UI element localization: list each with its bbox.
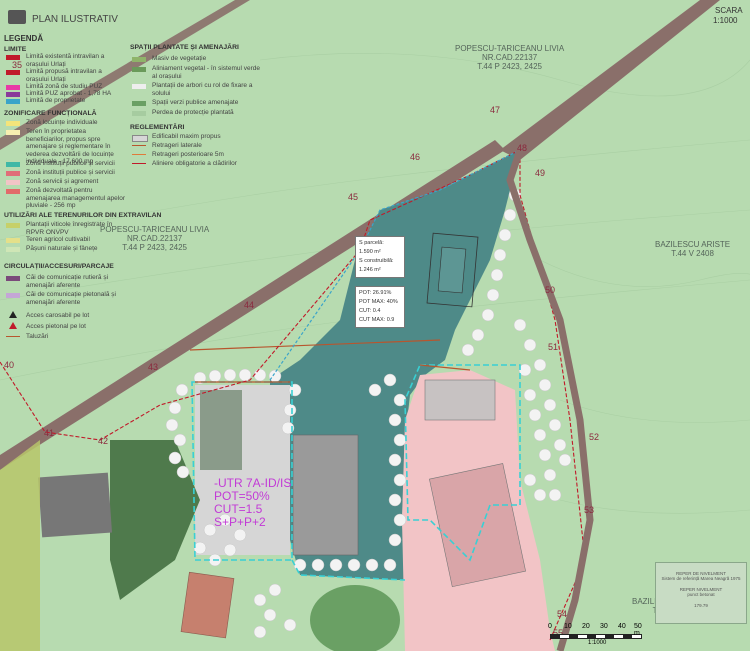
swatch — [132, 135, 148, 142]
scale-tick: 40 — [618, 623, 626, 630]
swatch — [132, 57, 146, 62]
scale-value: 1:1000 — [713, 16, 738, 25]
legend-item: Acces pietonal pe lot — [26, 323, 86, 330]
point-number: 54 — [557, 609, 568, 619]
point-number: 46 — [410, 152, 421, 162]
swatch — [132, 145, 146, 146]
scale-bar: 0 10 20 30 40 50 m 1:1000 — [548, 623, 648, 650]
point-number: 48 — [517, 143, 528, 153]
owner-label-right: BAZILESCU ARISTE T.44 V 2408 — [655, 240, 731, 258]
legend-item: Pășuni naturale și fânețe — [26, 245, 98, 252]
legend-item: Căi de comunicație rutieră și amenajări … — [26, 274, 109, 289]
scale-tick: 10 — [564, 623, 572, 630]
point-number: 45 — [348, 192, 359, 202]
triangle-icon — [9, 311, 17, 318]
scale-label: SCARA — [715, 6, 743, 15]
swatch — [132, 84, 146, 89]
point-number: 50 — [545, 285, 556, 295]
owner-label-top: POPESCU-TARICEANU LIVIA NR.CAD.22137 T.44 … — [455, 44, 565, 71]
swatch — [6, 130, 20, 135]
legend-spatii-title: SPAȚII PLANTATE ȘI AMENAJĂRI — [130, 44, 239, 51]
legend-item: Zonă instituții publice și servicii — [26, 160, 115, 167]
swatch — [6, 70, 20, 75]
swatch — [6, 276, 20, 281]
scale-tick: 20 — [582, 623, 590, 630]
parcel-indicators-box: POT: 26.91% POT MAX: 40% CUT: 0.4 CUT MA… — [355, 286, 405, 328]
swatch — [132, 101, 146, 106]
swatch — [6, 223, 20, 228]
scale-bar-label: 1:1000 — [588, 640, 607, 646]
point-number: 41 — [44, 428, 55, 438]
legend-zonificare-title: ZONIFICARE FUNCȚIONALĂ — [4, 110, 97, 117]
legend-item: Limită existentă intravilan a orașului U… — [26, 53, 105, 68]
swatch — [6, 99, 20, 104]
swatch — [6, 180, 20, 185]
swatch — [6, 92, 20, 97]
page-title: PLAN ILUSTRATIV — [32, 14, 118, 25]
point-number: 43 — [148, 362, 159, 372]
scale-tick: 30 — [600, 623, 608, 630]
swatch — [132, 111, 146, 116]
legend-item: Limită propusă intravilan a orașului Url… — [26, 68, 102, 83]
legend-item: Căi de comunicație pietonală și amenajăr… — [26, 291, 116, 306]
swatch — [132, 67, 146, 72]
legend-title: LEGENDĂ — [4, 34, 44, 43]
point-number: 49 — [535, 168, 546, 178]
parcel-area-box: S parcelă: 1.590 m² S construibilă: 1.24… — [355, 236, 405, 278]
swatch — [6, 247, 20, 252]
legend-item: Aliniament vegetal - în sistemul verde a… — [152, 65, 261, 80]
legend-item: Limită de proprietate — [26, 97, 86, 104]
legend-item: Acces carosabil pe lot — [26, 312, 90, 319]
legend-item: Retrageri posterioare 5m — [152, 151, 224, 158]
legend-item: Aliniere obligatorie a clădirilor — [152, 160, 237, 167]
swatch — [6, 238, 20, 243]
legend-item: Zonă dezvoltată pentru amenajarea manage… — [26, 187, 126, 209]
legend-reglementari-title: REGLEMENTĂRI — [130, 124, 185, 131]
swatch — [6, 162, 20, 167]
point-number: 47 — [490, 105, 501, 115]
legend-utilizari-title: UTILIZĂRI ALE TERENURILOR DIN EXTRAVILAN — [4, 212, 162, 219]
swatch — [6, 189, 20, 194]
legend-item: Masiv de vegetație — [152, 55, 207, 62]
swatch — [6, 171, 20, 176]
point-number: 40 — [4, 360, 15, 370]
legend-item: Zonă locuințe individuale — [26, 119, 98, 126]
legend-item: Teren agricol cultivabil — [26, 236, 90, 243]
legend-item: Zonă instituții publice și servicii — [26, 169, 115, 176]
legend-item: Retrageri laterale — [152, 142, 202, 149]
swatch — [6, 336, 20, 337]
swatch — [6, 293, 20, 298]
point-number: 42 — [98, 436, 109, 446]
scale-tick: 50 m — [634, 623, 642, 637]
swatch — [6, 85, 20, 90]
legend-item: Spații verzi publice amenajate — [152, 99, 239, 106]
scale-tick: 0 — [548, 623, 552, 630]
point-number: 44 — [244, 300, 255, 310]
point-number: 53 — [584, 505, 595, 515]
legend-item: Taluzări — [26, 333, 49, 340]
triangle-red-icon — [9, 322, 17, 329]
header-logo-icon — [8, 10, 26, 24]
point-number: 52 — [589, 432, 600, 442]
reper-nivelment-box: REPER DE NIVELMENT Sistem de referință M… — [655, 562, 747, 624]
swatch — [6, 121, 20, 126]
legend-item: Zonă servicii și agrement — [26, 178, 99, 185]
legend-item: Plantații de arbori cu rol de fixare a s… — [152, 82, 253, 97]
owner-label-middle: POPESCU-TARICEANU LIVIA NR.CAD.22137 T.44 … — [100, 225, 210, 252]
swatch — [132, 154, 146, 155]
grey-building — [292, 434, 359, 556]
legend-item: Perdea de protecție plantată — [152, 109, 234, 116]
utr-label: -UTR 7A-ID/IS POT=50% CUT=1.5 S+P+P+2 — [214, 476, 292, 529]
legend-limite-title: LIMITE — [4, 46, 27, 53]
point-number: 51 — [548, 342, 559, 352]
legend-item: Edificabil maxim propus — [152, 133, 221, 140]
point-number: 35 — [12, 60, 23, 70]
legend-circulatii-title: CIRCULAȚII/ACCESURI/PARCAJE — [4, 263, 114, 270]
swatch — [132, 163, 146, 164]
